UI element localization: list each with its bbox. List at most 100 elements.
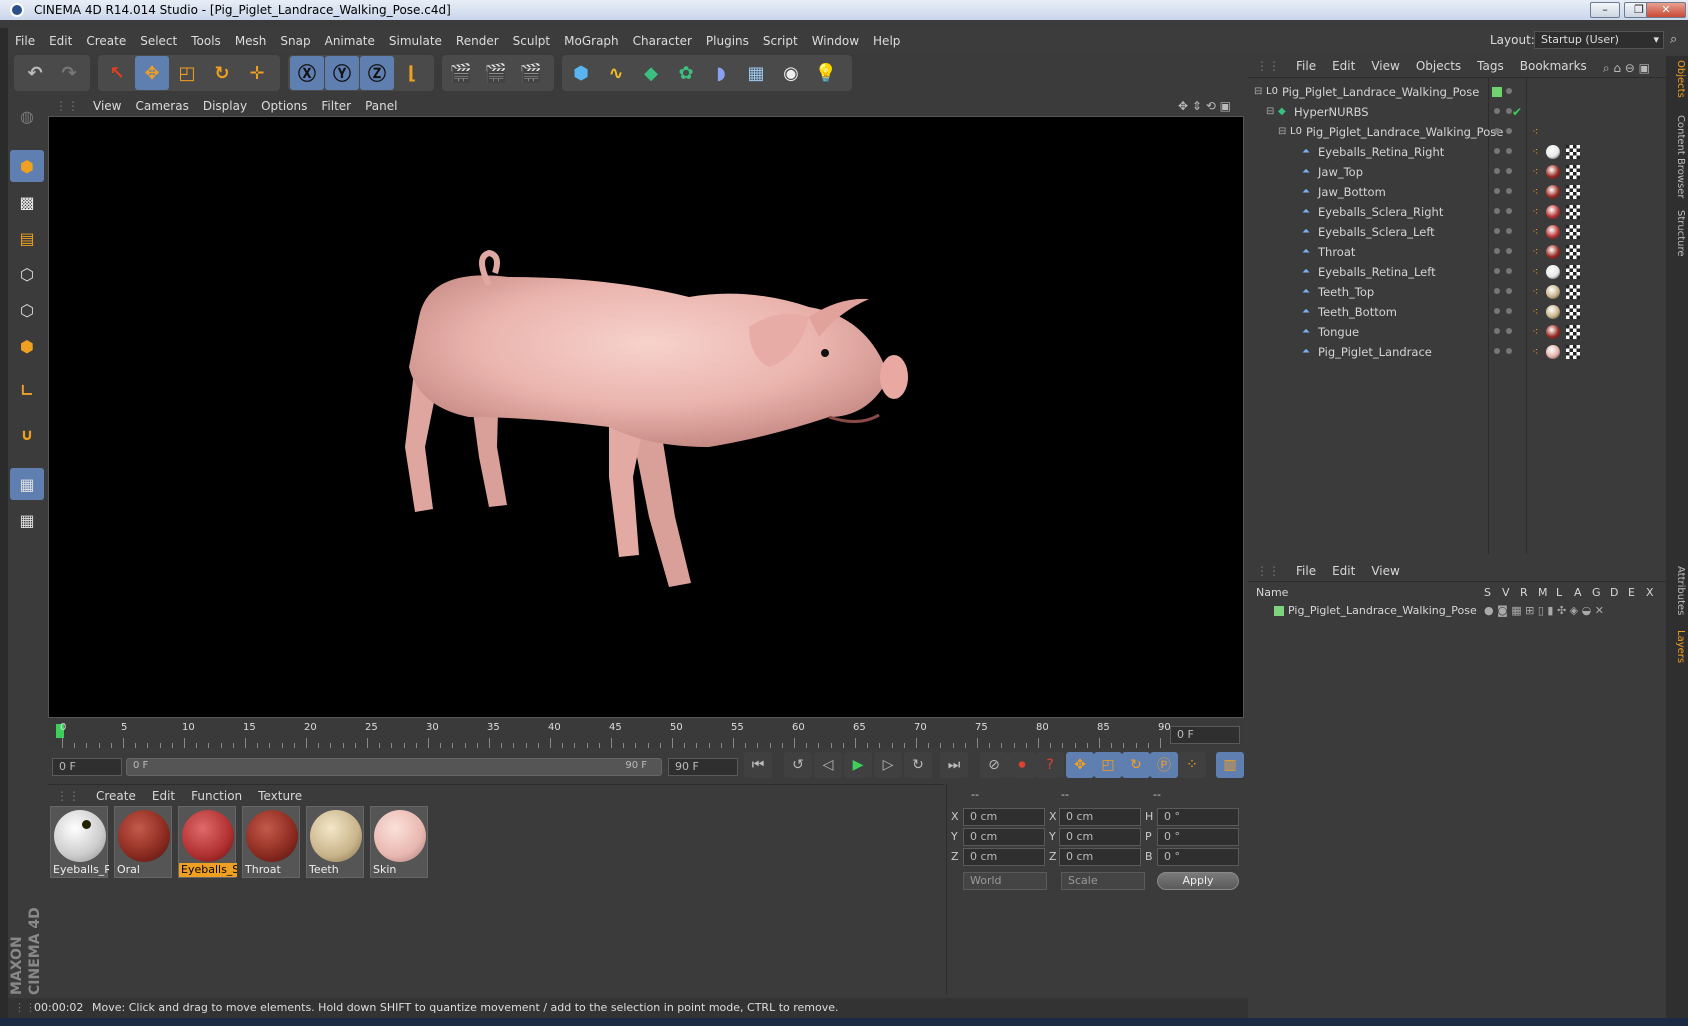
uvw-tag-icon[interactable]: [1566, 165, 1580, 179]
render-visibility-dot[interactable]: [1506, 88, 1512, 94]
move-tool-icon[interactable]: ✥: [135, 56, 169, 90]
material-menu-edit[interactable]: Edit: [144, 785, 183, 807]
layer-menu-file[interactable]: File: [1288, 560, 1324, 582]
polygons-mode-icon[interactable]: ⬢: [10, 330, 44, 362]
material-tag-icon[interactable]: [1546, 205, 1560, 219]
layer-row[interactable]: Pig_Piglet_Landrace_Walking_Pose ● ◙ ▦ ⊞…: [1248, 602, 1666, 620]
viewport-menu-display[interactable]: Display: [196, 96, 254, 116]
material-oral[interactable]: Oral: [114, 806, 172, 878]
render-visibility-dot[interactable]: [1506, 128, 1512, 134]
material-tag-icon[interactable]: [1546, 305, 1560, 319]
material-tag-icon[interactable]: [1546, 285, 1560, 299]
material-menu-texture[interactable]: Texture: [250, 785, 310, 807]
object-menu-objects[interactable]: Objects: [1408, 56, 1469, 76]
layer-col-x[interactable]: X: [1646, 584, 1654, 602]
phong-tag-icon[interactable]: ⁖: [1532, 202, 1538, 222]
render-picture-viewer-icon[interactable]: 🎬: [479, 56, 513, 90]
layer-col-name[interactable]: Name: [1256, 584, 1288, 602]
editor-visibility-dot[interactable]: [1494, 168, 1500, 174]
array-icon[interactable]: ✿: [669, 56, 703, 90]
layer-name[interactable]: Pig_Piglet_Landrace_Walking_Pose: [1288, 602, 1477, 620]
material-tag-icon[interactable]: [1546, 265, 1560, 279]
enabled-check-icon[interactable]: ✔: [1512, 102, 1522, 122]
viewport-menu-panel[interactable]: Panel: [358, 96, 404, 116]
snap-magnet-icon[interactable]: ∪: [10, 418, 44, 450]
play-icon[interactable]: ▶: [844, 752, 872, 778]
workplane-icon[interactable]: ▤: [10, 222, 44, 254]
sculpt-icon[interactable]: ◍: [10, 100, 44, 132]
object-name[interactable]: Teeth_Top: [1318, 282, 1374, 302]
layer-col-g[interactable]: G: [1592, 584, 1601, 602]
object-menu-tags[interactable]: Tags: [1469, 56, 1512, 76]
object-name[interactable]: Eyeballs_Retina_Right: [1318, 142, 1444, 162]
layout-select[interactable]: Startup (User) ▾: [1534, 31, 1664, 49]
layer-color-swatch[interactable]: [1274, 606, 1284, 616]
uvw-tag-icon[interactable]: [1566, 245, 1580, 259]
key-pla-icon[interactable]: ⁘: [1178, 752, 1206, 778]
layer-col-r[interactable]: R: [1520, 584, 1528, 602]
object-menu-edit[interactable]: Edit: [1324, 56, 1363, 76]
rotation-p-field[interactable]: 0 °: [1157, 828, 1239, 846]
next-key-icon[interactable]: ↻: [904, 752, 932, 778]
rotation-h-field[interactable]: 0 °: [1157, 808, 1239, 826]
render-view-icon[interactable]: 🎬: [444, 56, 478, 90]
editor-visibility-dot[interactable]: [1494, 328, 1500, 334]
position-x-field[interactable]: 0 cm: [963, 808, 1045, 826]
spline-icon[interactable]: ∿: [599, 56, 633, 90]
object-row[interactable]: L0 ⊟ Pig_Piglet_Landrace_Walking_Pose ⁖: [1248, 122, 1666, 142]
editor-visibility-dot[interactable]: [1494, 348, 1500, 354]
object-name[interactable]: HyperNURBS: [1294, 102, 1369, 122]
object-name[interactable]: Pig_Piglet_Landrace: [1318, 342, 1432, 362]
deformer-icon[interactable]: ◗: [704, 56, 738, 90]
object-row[interactable]: ⏶ Eyeballs_Sclera_Right ⁖: [1248, 202, 1666, 222]
menu-plugins[interactable]: Plugins: [699, 28, 756, 54]
camera-icon[interactable]: ◉: [774, 56, 808, 90]
object-row[interactable]: ⏶ Jaw_Bottom ⁖: [1248, 182, 1666, 202]
menu-script[interactable]: Script: [756, 28, 805, 54]
object-name[interactable]: Tongue: [1318, 322, 1359, 342]
layer-col-m[interactable]: M: [1538, 584, 1548, 602]
tab-structure[interactable]: Structure: [1668, 210, 1686, 257]
go-to-start-icon[interactable]: ⏮: [744, 752, 772, 778]
render-visibility-dot[interactable]: [1506, 288, 1512, 294]
apply-button[interactable]: Apply: [1157, 872, 1239, 890]
material-tag-icon[interactable]: [1546, 185, 1560, 199]
menu-help[interactable]: Help: [866, 28, 907, 54]
layer-col-v[interactable]: V: [1502, 584, 1510, 602]
render-visibility-dot[interactable]: [1506, 228, 1512, 234]
editor-visibility-dot[interactable]: [1494, 148, 1500, 154]
phong-tag-icon[interactable]: ⁖: [1532, 142, 1538, 162]
object-name[interactable]: Teeth_Bottom: [1318, 302, 1397, 322]
editor-visibility-dot[interactable]: [1494, 208, 1500, 214]
phong-tag-icon[interactable]: ⁖: [1532, 282, 1538, 302]
live-selection-icon[interactable]: ↖: [100, 56, 134, 90]
object-row[interactable]: ⏶ Tongue ⁖: [1248, 322, 1666, 342]
menu-window[interactable]: Window: [805, 28, 866, 54]
start-frame-field[interactable]: 0 F: [52, 758, 122, 776]
preview-range-slider[interactable]: 0 F 90 F: [126, 758, 662, 776]
object-nav-icons[interactable]: ⌕ ⌂ ⊖ ▣: [1595, 58, 1658, 78]
uvw-tag-icon[interactable]: [1566, 345, 1580, 359]
object-row[interactable]: ◆ ⊟ HyperNURBS ✔: [1248, 102, 1666, 122]
x-axis-icon[interactable]: Ⓧ: [290, 56, 324, 90]
phong-tag-icon[interactable]: ⁖: [1532, 122, 1538, 142]
object-row[interactable]: ⏶ Teeth_Top ⁖: [1248, 282, 1666, 302]
rotate-tool-icon[interactable]: ↻: [205, 56, 239, 90]
key-position-icon[interactable]: ✥: [1066, 752, 1094, 778]
phong-tag-icon[interactable]: ⁖: [1532, 182, 1538, 202]
phong-tag-icon[interactable]: ⁖: [1532, 342, 1538, 362]
planar-workplane-icon[interactable]: ▦: [10, 504, 44, 536]
render-visibility-dot[interactable]: [1506, 268, 1512, 274]
rotation-b-field[interactable]: 0 °: [1157, 848, 1239, 866]
texture-mode-icon[interactable]: ▩: [10, 186, 44, 218]
menu-create[interactable]: Create: [79, 28, 133, 54]
render-visibility-dot[interactable]: [1506, 188, 1512, 194]
size-mode-select[interactable]: Scale: [1061, 872, 1145, 890]
editor-visibility-dot[interactable]: [1494, 188, 1500, 194]
keyframe-selection-icon[interactable]: ?: [1036, 752, 1064, 778]
phong-tag-icon[interactable]: ⁖: [1532, 162, 1538, 182]
viewport-menu-options[interactable]: Options: [254, 96, 314, 116]
render-visibility-dot[interactable]: [1506, 348, 1512, 354]
editor-visibility-dot[interactable]: [1494, 108, 1500, 114]
axis-mode-icon[interactable]: ∟: [10, 374, 44, 406]
